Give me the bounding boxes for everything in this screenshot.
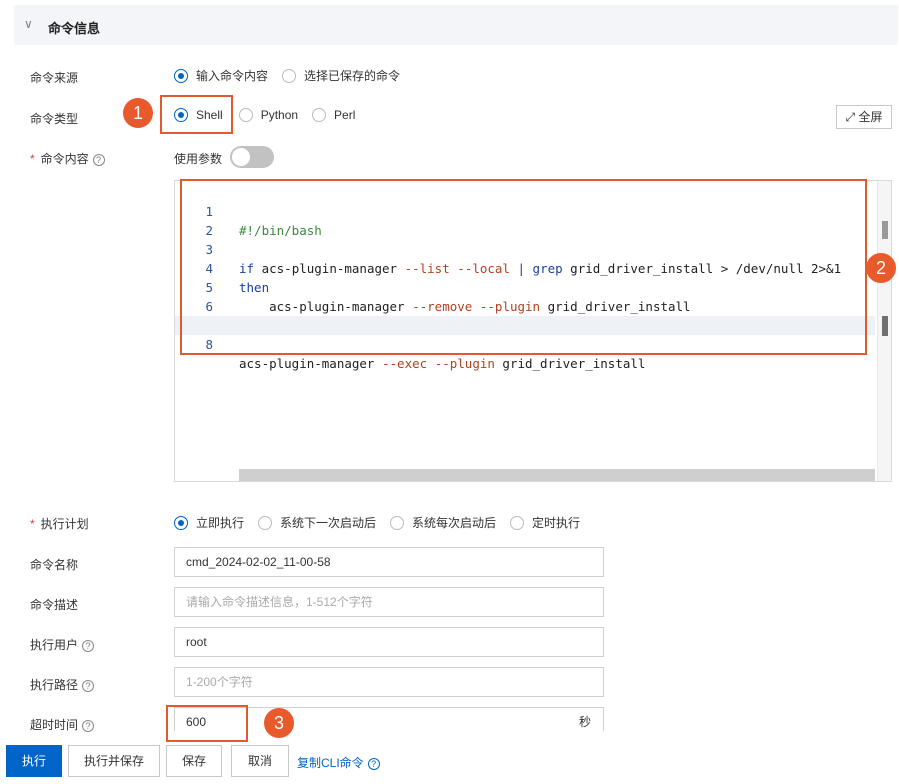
radio-python[interactable]: Python	[238, 108, 299, 122]
help-icon[interactable]: ?	[367, 758, 380, 770]
required-mark: *	[30, 152, 35, 166]
command-name-label: 命令名称	[30, 558, 79, 572]
section-title: 命令信息	[48, 21, 101, 36]
radio-circle[interactable]	[238, 108, 253, 122]
expand-icon: ⤢	[845, 110, 856, 124]
annotation-box-shell	[160, 95, 233, 134]
radio-label: 立即执行	[196, 516, 245, 530]
annotation-badge-1: 1	[123, 98, 153, 128]
annotation-box-code	[180, 179, 867, 355]
execute-button[interactable]: 执行	[6, 745, 62, 777]
radio-perl[interactable]: Perl	[312, 108, 355, 122]
command-source-radio-group: 输入命令内容 选择已保存的命令	[174, 67, 414, 84]
exec-user-input[interactable]: root	[174, 627, 604, 657]
radio-run-now[interactable]: 立即执行	[174, 514, 244, 531]
radio-label: 输入命令内容	[196, 69, 269, 83]
radio-scheduled[interactable]: 定时执行	[510, 514, 580, 531]
vertical-scrollbar[interactable]	[877, 181, 891, 481]
radio-label: Python	[260, 108, 299, 122]
fullscreen-label: 全屏	[858, 110, 883, 124]
save-button[interactable]: 保存	[166, 745, 222, 777]
schedule-radio-group: 立即执行 系统下一次启动后 系统每次启动后 定时执行	[174, 514, 594, 531]
command-description-input[interactable]: 请输入命令描述信息，1-512个字符	[174, 587, 604, 617]
radio-input-command[interactable]: 输入命令内容	[174, 67, 268, 84]
copy-cli-link[interactable]: 复制CLI命令?	[297, 754, 380, 771]
command-source-label: 命令来源	[30, 71, 79, 85]
command-content-text: 命令内容	[40, 152, 89, 166]
help-icon[interactable]: ?	[82, 640, 95, 652]
code-text: acs-plugin-manager --exec --plugin grid_…	[239, 356, 646, 371]
radio-label: 定时执行	[532, 516, 581, 530]
annotation-badge-3: 3	[264, 708, 294, 738]
timeout-text: 超时时间	[30, 718, 79, 732]
radio-every-boot[interactable]: 系统每次启动后	[390, 514, 496, 531]
radio-label: 选择已保存的命令	[304, 69, 401, 83]
horizontal-scrollbar[interactable]	[239, 469, 875, 481]
exec-path-label: 执行路径?	[30, 676, 95, 693]
radio-circle[interactable]	[174, 515, 188, 530]
timeout-label: 超时时间?	[30, 716, 95, 733]
section-header[interactable]: ∨ 命令信息	[14, 5, 898, 45]
use-params-label: 使用参数	[174, 152, 223, 166]
exec-path-input[interactable]: 1-200个字符	[174, 667, 604, 697]
radio-next-boot[interactable]: 系统下一次启动后	[258, 514, 376, 531]
command-content-label: * 命令内容?	[30, 150, 105, 167]
radio-label: 系统下一次启动后	[280, 516, 377, 530]
radio-circle[interactable]	[258, 515, 273, 530]
use-params-toggle[interactable]	[230, 146, 274, 168]
execute-save-button[interactable]: 执行并保存	[68, 745, 160, 777]
command-description-label: 命令描述	[30, 598, 79, 612]
radio-saved-command[interactable]: 选择已保存的命令	[282, 67, 400, 84]
schedule-text: 执行计划	[40, 517, 89, 531]
radio-label: 系统每次启动后	[412, 516, 497, 530]
help-icon[interactable]: ?	[82, 680, 95, 692]
help-icon[interactable]: ?	[82, 720, 95, 732]
annotation-badge-2: 2	[866, 253, 896, 283]
exec-path-text: 执行路径	[30, 678, 79, 692]
radio-circle[interactable]	[312, 108, 327, 122]
exec-user-text: 执行用户	[30, 638, 79, 652]
help-icon[interactable]: ?	[92, 154, 105, 166]
annotation-box-timeout	[166, 705, 248, 742]
timeout-unit: 秒	[578, 715, 591, 729]
copy-cli-label: 复制CLI命令	[297, 756, 364, 770]
radio-circle[interactable]	[282, 68, 297, 83]
command-type-label: 命令类型	[30, 112, 79, 126]
radio-circle[interactable]	[510, 515, 525, 530]
radio-circle[interactable]	[174, 68, 188, 83]
schedule-label: * 执行计划	[30, 515, 89, 532]
exec-user-label: 执行用户?	[30, 636, 95, 653]
scrollbar-thumb[interactable]	[882, 221, 888, 239]
required-mark: *	[30, 517, 35, 531]
scrollbar-marker	[882, 316, 888, 336]
command-name-input[interactable]: cmd_2024-02-02_11-00-58	[174, 547, 604, 577]
cancel-button[interactable]: 取消	[231, 745, 289, 777]
radio-circle[interactable]	[390, 515, 405, 530]
radio-label: Perl	[334, 108, 356, 122]
chevron-down-icon[interactable]: ∨	[24, 17, 33, 31]
fullscreen-button[interactable]: ⤢ 全屏	[836, 105, 892, 129]
